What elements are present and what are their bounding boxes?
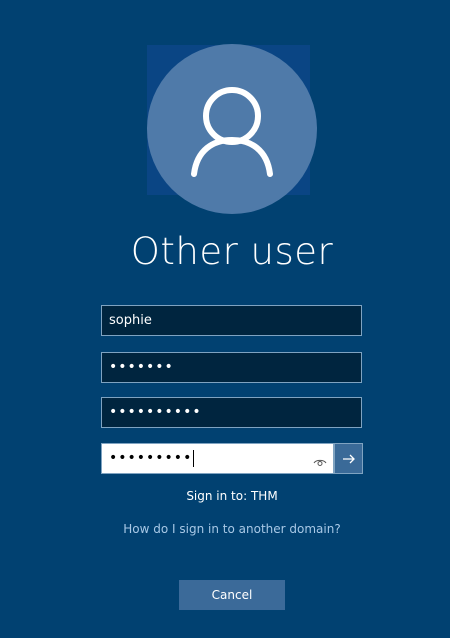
another-domain-link[interactable]: How do I sign in to another domain? <box>0 522 450 536</box>
avatar <box>147 44 317 214</box>
password-field[interactable]: ••••••• <box>101 352 362 383</box>
person-icon <box>191 87 273 177</box>
sign-in-domain-text: Sign in to: THM <box>186 489 278 503</box>
new-password-field[interactable]: •••••••••• <box>101 397 362 428</box>
confirm-password-field[interactable]: ••••••••• <box>101 443 334 474</box>
cancel-button[interactable]: Cancel <box>179 580 285 610</box>
page-title: Other user <box>130 230 334 273</box>
text-caret <box>193 449 195 467</box>
username-field[interactable]: sophie <box>101 305 362 336</box>
arrow-right-icon <box>343 454 355 464</box>
confirm-password-value: ••••••••• <box>109 450 193 466</box>
eye-icon[interactable] <box>313 452 327 466</box>
submit-button[interactable] <box>334 443 363 474</box>
